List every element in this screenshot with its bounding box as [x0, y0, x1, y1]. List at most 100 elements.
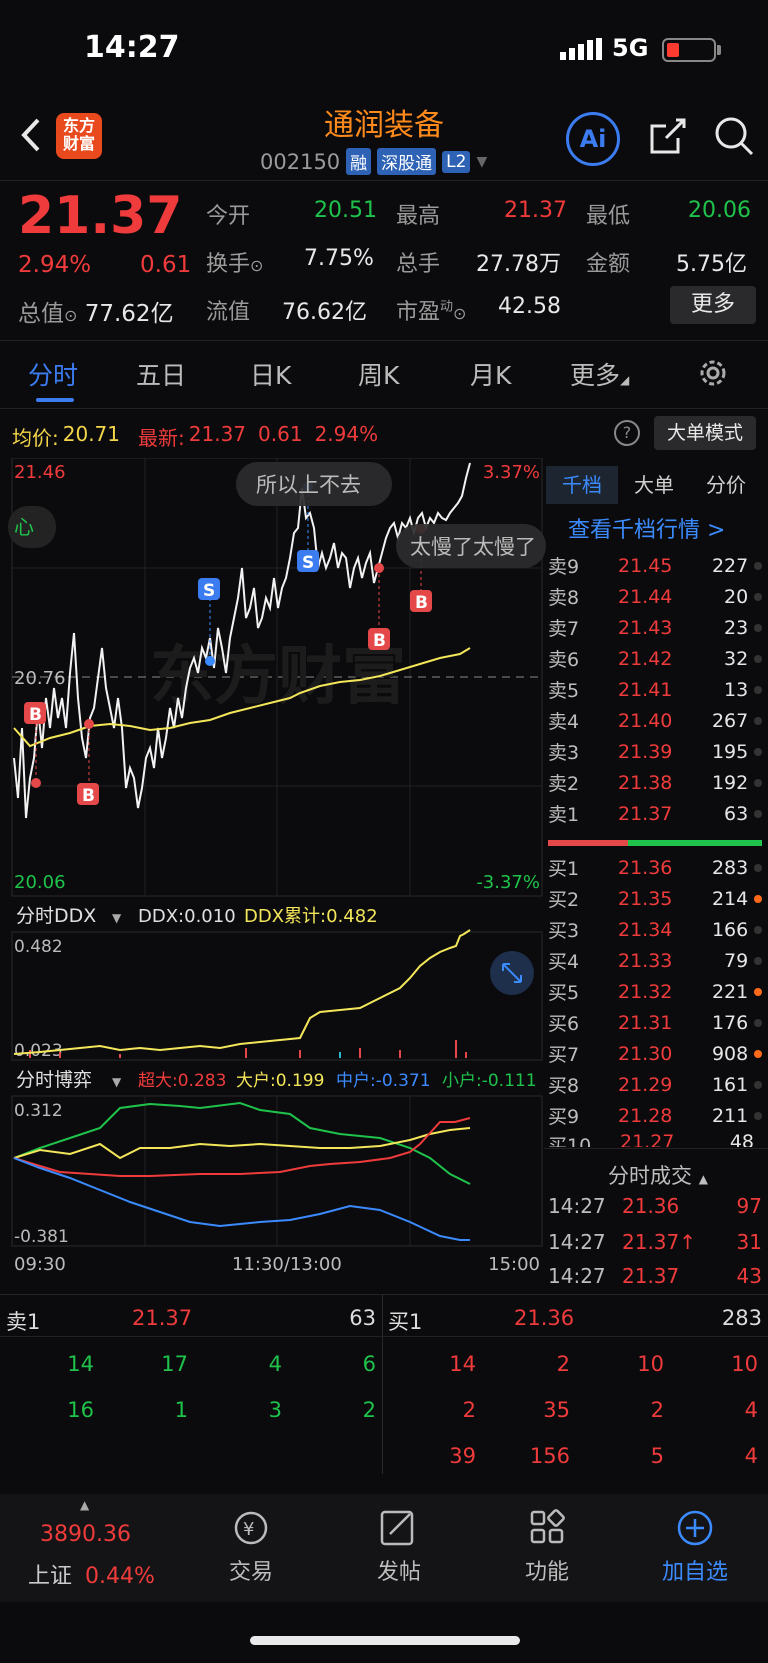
game-green-line [13, 1101, 471, 1185]
time-mid: 11:30/13:00 [232, 1254, 342, 1275]
index-value[interactable]: 3890.36 [40, 1522, 131, 1547]
svg-text:B: B [373, 631, 386, 651]
ob-tab-thousand[interactable]: 千档 [546, 466, 618, 504]
home-indicator[interactable] [250, 1636, 520, 1645]
ask-row: 卖5 21.41 13 [548, 674, 762, 705]
svg-text:B: B [82, 786, 95, 806]
open-value: 20.51 [314, 198, 377, 223]
settings-icon[interactable] [696, 356, 730, 390]
view-full-depth-link[interactable]: 查看千档行情 > [568, 512, 725, 544]
high-label: 最高 [396, 204, 441, 229]
ddx-title: 分时DDX [16, 905, 96, 927]
expand-up-icon[interactable]: ▲ [80, 1498, 89, 1512]
queue-cell: 4 [744, 1444, 758, 1468]
turnover-label: 换手⊙ [206, 252, 264, 277]
post-icon [380, 1510, 414, 1546]
share-icon[interactable] [646, 114, 690, 158]
game-big: 大户:0.199 [236, 1071, 324, 1091]
signal-icon [560, 38, 602, 60]
comment-bubble-2-text: 太慢了太慢了 [410, 535, 536, 559]
bid-ask-ratio-bar [548, 840, 762, 846]
nav-trade[interactable]: ¥ 交易 [196, 1508, 306, 1586]
svg-text:▼: ▼ [112, 911, 122, 925]
nav-add-watchlist[interactable]: 加自选 [640, 1508, 750, 1586]
ob-tab-bigorder[interactable]: 大单 [618, 466, 690, 504]
pct-top-label: 3.37% [483, 462, 540, 483]
queue-cell: 2 [362, 1398, 376, 1422]
queue-sell-label: 卖1 [6, 1310, 41, 1334]
battery-cap [717, 45, 721, 55]
dropdown-icon[interactable]: ▼ [476, 154, 487, 170]
low-label: 最低 [586, 204, 631, 229]
tab-daily-k[interactable]: 日K [250, 356, 291, 392]
ob-tab-price[interactable]: 分价 [690, 466, 762, 504]
bid-row: 买10 21.27 48 [548, 1131, 754, 1147]
queue-cell: 39 [449, 1444, 476, 1468]
tab-monthly-k[interactable]: 月K [470, 356, 511, 392]
high-value: 21.37 [504, 198, 567, 223]
divider [0, 340, 768, 341]
divider [0, 180, 768, 181]
bigorder-mode-button[interactable]: 大单模式 [654, 416, 756, 450]
low-value: 20.06 [688, 198, 751, 223]
svg-text:▼: ▼ [112, 1075, 122, 1089]
index-row[interactable]: 上证 0.44% [28, 1558, 155, 1590]
queue-cell: 2 [650, 1398, 664, 1422]
change-value: 0.61 [140, 252, 192, 278]
divider [0, 408, 768, 409]
queue-cell: 10 [637, 1352, 664, 1376]
pct-bottom-label: -3.37% [476, 872, 540, 893]
stock-code-row[interactable]: 002150 融 深股通 L2 ▼ [260, 148, 487, 175]
tab-weekly-k[interactable]: 周K [358, 356, 399, 392]
queue-cell: 16 [67, 1398, 94, 1422]
queue-cell: 3 [268, 1398, 282, 1422]
nav-post[interactable]: 发帖 [344, 1508, 454, 1586]
ask-row: 卖7 21.43 23 [548, 612, 762, 643]
game-red-line [13, 1117, 471, 1177]
tab-5day[interactable]: 五日 [136, 356, 186, 392]
nav-functions[interactable]: 功能 [492, 1508, 602, 1586]
time-start: 09:30 [14, 1254, 66, 1275]
amount-value: 5.75亿 [676, 252, 747, 277]
bid-row: 买7 21.30 908 [548, 1038, 762, 1069]
left-tag: 心 [14, 515, 34, 539]
more-button[interactable]: 更多 [670, 286, 756, 324]
y-top-label: 21.46 [14, 462, 66, 483]
game-small: 小户:-0.111 [442, 1071, 537, 1091]
search-icon[interactable] [712, 114, 756, 158]
buy-marker-3: B [368, 563, 390, 651]
svg-text:¥: ¥ [243, 1519, 254, 1540]
tick-row: 14:27 21.37↑ 31 [548, 1230, 762, 1254]
game-top-label: 0.312 [14, 1101, 63, 1121]
pe-label: 市盈动⊙ [396, 299, 467, 325]
current-price: 21.37 [18, 186, 183, 246]
game-mid: 中户:-0.371 [336, 1071, 431, 1091]
help-icon[interactable]: ? [614, 420, 640, 446]
queue-sell-vol: 63 [349, 1306, 376, 1330]
ask-row: 卖8 21.44 20 [548, 581, 762, 612]
ticks-title[interactable]: 分时成交 ▲ [608, 1160, 708, 1190]
svg-text:B: B [29, 705, 42, 725]
bid-row: 买8 21.29 161 [548, 1069, 762, 1100]
bid-row: 买9 21.28 211 [548, 1100, 762, 1131]
queue-cell: 14 [449, 1352, 476, 1376]
queue-cell: 14 [67, 1352, 94, 1376]
chart-info-row: 均价: 20.71 最新: 21.37 0.61 2.94% [12, 422, 379, 450]
queue-cell: 5 [650, 1444, 664, 1468]
tab-intraday[interactable]: 分时 [28, 356, 78, 392]
tab-indicator [36, 398, 74, 402]
queue-buy-price: 21.36 [514, 1306, 575, 1330]
open-label: 今开 [206, 204, 251, 229]
game-blue-line [13, 1157, 470, 1241]
comment-bubble-1-text: 所以上不去 [256, 473, 361, 497]
bid-row: 买3 21.34 166 [548, 914, 762, 945]
ai-button[interactable]: Ai [566, 112, 620, 166]
tab-more[interactable]: 更多◢ [570, 356, 629, 392]
svg-text:B: B [415, 593, 428, 613]
float-value: 76.62亿 [282, 300, 367, 325]
divider [0, 1336, 768, 1337]
intraday-chart[interactable]: 东方财富 21.46 20.76 20.06 3.37% -3.37% 心 S … [0, 458, 546, 1288]
y-bottom-label: 20.06 [14, 872, 66, 893]
game-bottom-label: -0.381 [14, 1227, 69, 1247]
ddx-value: DDX:0.010 [138, 906, 236, 927]
